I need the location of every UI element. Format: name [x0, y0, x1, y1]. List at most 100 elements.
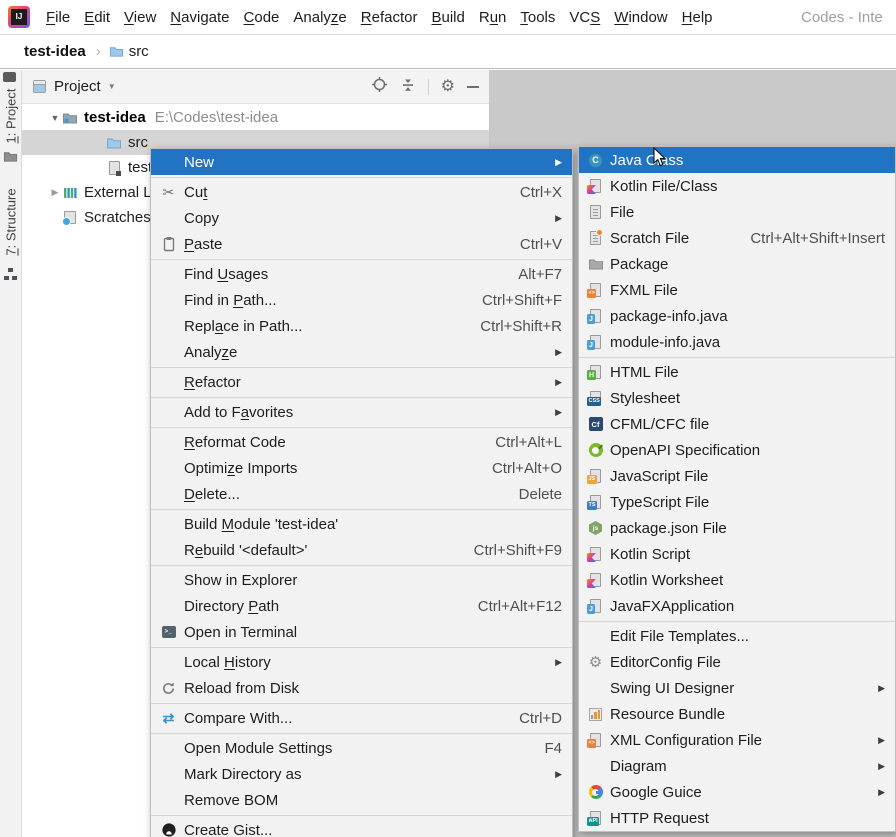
menu-item-analyze[interactable]: Analyze▶ [151, 339, 572, 365]
menu-item-scratch-file[interactable]: Scratch FileCtrl+Alt+Shift+Insert [579, 225, 895, 251]
ts-icon: TS [587, 495, 604, 509]
collapsed-arrow-icon[interactable]: ▶ [48, 187, 62, 198]
menubar-item-refactor[interactable]: Refactor [354, 0, 425, 35]
menu-item-refactor[interactable]: Refactor▶ [151, 369, 572, 395]
menu-item-openapi-specification[interactable]: OpenAPI Specification [579, 437, 895, 463]
menu-item-kotlin-worksheet[interactable]: Kotlin Worksheet [579, 567, 895, 593]
iml-file-icon [106, 160, 122, 176]
menu-item-label: Stylesheet [610, 390, 680, 407]
menubar-item-file[interactable]: File [39, 0, 77, 35]
menu-item-google-guice[interactable]: Google Guice▶ [579, 779, 895, 805]
menubar-item-code[interactable]: Code [237, 0, 287, 35]
application-window: { "colors": { "selection_blue": "#2173c4… [0, 0, 896, 837]
kotlin-icon [587, 179, 604, 193]
menu-item-label: Show in Explorer [184, 572, 297, 589]
panel-title[interactable]: Project [54, 78, 101, 95]
main-menu-bar: FileEditViewNavigateCodeAnalyzeRefactorB… [39, 0, 720, 35]
menubar-item-analyze[interactable]: Analyze [286, 0, 353, 35]
menu-item-package[interactable]: Package [579, 251, 895, 277]
menu-item-replace-in-path[interactable]: Replace in Path...Ctrl+Shift+R [151, 313, 572, 339]
menu-item-typescript-file[interactable]: TSTypeScript File [579, 489, 895, 515]
chevron-down-icon[interactable]: ▼ [108, 82, 116, 91]
menubar-item-edit[interactable]: Edit [77, 0, 117, 35]
menu-item-local-history[interactable]: Local History▶ [151, 649, 572, 675]
menu-item-open-module-settings[interactable]: Open Module SettingsF4 [151, 735, 572, 761]
menu-item-stylesheet[interactable]: CSSStylesheet [579, 385, 895, 411]
menu-item-label: Scratch File [610, 230, 689, 247]
menu-item-label: Remove BOM [184, 792, 278, 809]
menu-item-http-request[interactable]: APIHTTP Request [579, 805, 895, 831]
menu-item-optimize-imports[interactable]: Optimize ImportsCtrl+Alt+O [151, 455, 572, 481]
menu-item-javafxapplication[interactable]: JJavaFXApplication [579, 593, 895, 619]
menu-item-swing-ui-designer[interactable]: Swing UI Designer▶ [579, 675, 895, 701]
menu-item-kotlin-file-class[interactable]: Kotlin File/Class [579, 173, 895, 199]
breadcrumb-project[interactable]: test-idea [24, 43, 86, 60]
menu-item-label: FXML File [610, 282, 678, 299]
menu-item-file[interactable]: File [579, 199, 895, 225]
menu-item-diagram[interactable]: Diagram▶ [579, 753, 895, 779]
menubar-item-help[interactable]: Help [675, 0, 720, 35]
menu-item-find-usages[interactable]: Find UsagesAlt+F7 [151, 261, 572, 287]
menu-item-show-in-explorer[interactable]: Show in Explorer [151, 567, 572, 593]
menu-item-paste[interactable]: PasteCtrl+V [151, 231, 572, 257]
menu-item-module-info-java[interactable]: Jmodule-info.java [579, 329, 895, 355]
menu-item-compare-with[interactable]: ⇄Compare With...Ctrl+D [151, 705, 572, 731]
menu-item-add-to-favorites[interactable]: Add to Favorites▶ [151, 399, 572, 425]
menu-item-cut[interactable]: ✂CutCtrl+X [151, 179, 572, 205]
menu-item-reload-from-disk[interactable]: Reload from Disk [151, 675, 572, 701]
gear-icon[interactable]: ⚙ [441, 79, 455, 95]
menubar-item-vcs[interactable]: VCS [562, 0, 607, 35]
menu-item-rebuild-default[interactable]: Rebuild '<default>'Ctrl+Shift+F9 [151, 537, 572, 563]
menu-item-javascript-file[interactable]: JSJavaScript File [579, 463, 895, 489]
menu-item-build-module-test-idea[interactable]: Build Module 'test-idea' [151, 511, 572, 537]
menu-item-java-class[interactable]: CJava Class [579, 147, 895, 173]
menu-item-copy[interactable]: Copy▶ [151, 205, 572, 231]
google-icon [587, 785, 604, 799]
locate-file-icon[interactable] [371, 76, 388, 97]
src-folder-icon [106, 135, 122, 151]
menu-item-find-in-path[interactable]: Find in Path...Ctrl+Shift+F [151, 287, 572, 313]
menu-item-reformat-code[interactable]: Reformat CodeCtrl+Alt+L [151, 429, 572, 455]
structure-icon[interactable] [3, 267, 18, 286]
collapse-all-icon[interactable] [400, 77, 416, 97]
expanded-arrow-icon[interactable]: ▼ [48, 113, 62, 123]
menu-item-package-json-file[interactable]: jspackage.json File [579, 515, 895, 541]
tool-button-project[interactable]: 1: Project [4, 89, 19, 144]
menu-item-editorconfig-file[interactable]: ⚙EditorConfig File [579, 649, 895, 675]
menu-item-open-in-terminal[interactable]: >_Open in Terminal [151, 619, 572, 645]
menu-item-delete[interactable]: Delete...Delete [151, 481, 572, 507]
breadcrumb-item[interactable]: src [129, 43, 149, 60]
menubar-item-run[interactable]: Run [472, 0, 514, 35]
menu-item-create-gist[interactable]: Create Gist... [151, 817, 572, 837]
project-folder-icon[interactable] [3, 149, 18, 168]
menu-item-edit-file-templates[interactable]: Edit File Templates... [579, 623, 895, 649]
tool-button-structure[interactable]: 7: Structure [4, 188, 19, 255]
menu-item-remove-bom[interactable]: Remove BOM [151, 787, 572, 813]
context-menu: New▶ ✂CutCtrl+XCopy▶PasteCtrl+V Find Usage… [150, 148, 573, 837]
tree-item-path: E:\Codes\test-idea [155, 109, 278, 126]
menu-item-xml-configuration-file[interactable]: <>XML Configuration File▶ [579, 727, 895, 753]
menubar-item-navigate[interactable]: Navigate [163, 0, 236, 35]
file-icon [587, 205, 604, 219]
menubar-item-window[interactable]: Window [607, 0, 674, 35]
menu-item-fxml-file[interactable]: <>FXML File [579, 277, 895, 303]
tree-row-test-idea[interactable]: ▼test-ideaE:\Codes\test-idea [22, 105, 489, 130]
menubar-item-tools[interactable]: Tools [513, 0, 562, 35]
tool-window-icon [33, 80, 46, 93]
menu-item-label: Java Class [610, 152, 683, 169]
menu-item-kotlin-script[interactable]: Kotlin Script [579, 541, 895, 567]
submenu-arrow-icon: ▶ [555, 769, 562, 780]
menu-item-new[interactable]: New▶ [151, 149, 572, 175]
menu-item-package-info-java[interactable]: Jpackage-info.java [579, 303, 895, 329]
menu-item-label: EditorConfig File [610, 654, 721, 671]
menubar-item-view[interactable]: View [117, 0, 163, 35]
menu-item-resource-bundle[interactable]: Resource Bundle [579, 701, 895, 727]
menu-item-shortcut: F4 [544, 740, 562, 757]
menubar-item-build[interactable]: Build [424, 0, 471, 35]
menu-item-html-file[interactable]: HHTML File [579, 359, 895, 385]
menu-item-mark-directory-as[interactable]: Mark Directory as▶ [151, 761, 572, 787]
menu-item-cfml-cfc-file[interactable]: CfCFML/CFC file [579, 411, 895, 437]
hide-panel-icon[interactable] [467, 86, 479, 88]
menu-item-directory-path[interactable]: Directory PathCtrl+Alt+F12 [151, 593, 572, 619]
menu-item-label: XML Configuration File [610, 732, 762, 749]
